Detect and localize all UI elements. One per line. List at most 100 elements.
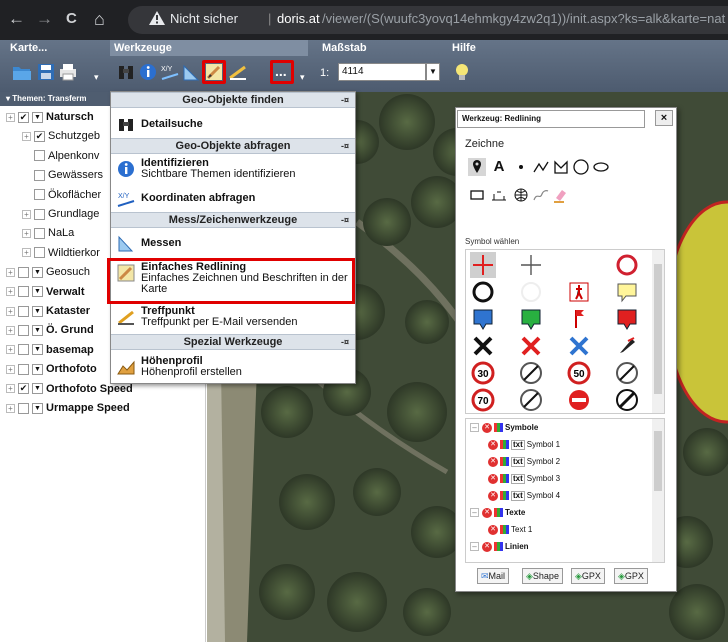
- export-gpx-button[interactable]: ◈GPX: [571, 568, 605, 584]
- delete-icon[interactable]: ✕: [488, 490, 498, 501]
- delete-icon[interactable]: ✕: [488, 524, 498, 535]
- eraser-tool[interactable]: [552, 186, 570, 204]
- symbol-black-circle[interactable]: [470, 279, 496, 305]
- tree-row[interactable]: + ▼ Geosuch: [6, 264, 90, 280]
- layer-checkbox[interactable]: [18, 324, 29, 336]
- symbol-end-30[interactable]: [518, 360, 544, 386]
- layer-checkbox[interactable]: [34, 247, 45, 259]
- symbol-blue-x[interactable]: [566, 333, 592, 359]
- delete-icon[interactable]: ✕: [488, 473, 498, 484]
- color-icon[interactable]: [494, 508, 503, 518]
- forward-icon[interactable]: →: [36, 9, 53, 29]
- group-karte[interactable]: Karte...: [10, 42, 47, 54]
- layer-checkbox[interactable]: [18, 266, 29, 278]
- color-icon[interactable]: [494, 542, 503, 552]
- list-scrollbar[interactable]: [652, 419, 664, 562]
- tree-row[interactable]: + Grundlage: [22, 206, 99, 222]
- symbol-end-50[interactable]: [614, 360, 640, 386]
- redlining-icon[interactable]: [204, 62, 224, 82]
- text-tool[interactable]: A: [490, 158, 508, 176]
- color-icon[interactable]: [500, 440, 509, 450]
- tree-row[interactable]: + ▼ Verwalt: [6, 284, 85, 300]
- tree-row[interactable]: + ▼ Ö. Grund: [6, 322, 94, 338]
- delete-icon[interactable]: ✕: [482, 541, 492, 552]
- symbol-red-flag[interactable]: [566, 306, 592, 332]
- expand-icon[interactable]: +: [6, 306, 15, 316]
- text-tag-icon[interactable]: txt: [511, 439, 525, 450]
- color-icon[interactable]: [500, 457, 509, 467]
- layer-menu-icon[interactable]: ▼: [32, 383, 43, 395]
- export-mail-button[interactable]: ✉Mail: [477, 568, 510, 584]
- layer-checkbox[interactable]: [34, 227, 45, 239]
- menu-item-identifizieren[interactable]: Identifizieren Sichtbare Themen identifiz…: [111, 158, 355, 184]
- list-item[interactable]: ✕ txt Symbol 3: [488, 473, 560, 485]
- menu-item-detailsuche[interactable]: Detailsuche: [111, 114, 355, 136]
- tree-row[interactable]: + ▼ Kataster: [6, 303, 90, 319]
- list-item[interactable]: ✕ Text 1: [488, 524, 532, 536]
- pin-icon[interactable]: -¤: [341, 213, 349, 227]
- tree-row[interactable]: + ✔ Schutzgeb: [22, 128, 100, 144]
- layer-menu-icon[interactable]: ▼: [32, 344, 43, 356]
- symbol-scroll-thumb[interactable]: [654, 264, 662, 394]
- list-item[interactable]: ✕ txt Symbol 2: [488, 456, 560, 468]
- layer-menu-icon[interactable]: ▼: [32, 402, 43, 414]
- delete-icon[interactable]: ✕: [488, 456, 498, 467]
- text-tag-icon[interactable]: txt: [511, 456, 525, 467]
- layer-menu-icon[interactable]: ▼: [32, 305, 43, 317]
- expand-icon[interactable]: +: [6, 403, 15, 413]
- expand-icon[interactable]: +: [6, 287, 15, 297]
- polygon-tool[interactable]: [552, 158, 570, 176]
- expand-icon[interactable]: +: [22, 209, 31, 219]
- list-item[interactable]: – ✕ Linien: [470, 541, 529, 553]
- info-icon[interactable]: [138, 62, 158, 82]
- import-gpx-button[interactable]: ◈GPX: [614, 568, 648, 584]
- layer-checkbox[interactable]: [18, 344, 29, 356]
- tree-row[interactable]: Gewässers: [34, 167, 103, 183]
- symbol-speed-50[interactable]: 50: [566, 360, 592, 386]
- point-tool[interactable]: [512, 158, 530, 176]
- symbol-pointer[interactable]: [614, 333, 640, 359]
- text-tag-icon[interactable]: txt: [511, 490, 525, 501]
- symbol-end-restriction[interactable]: [614, 387, 640, 413]
- binoculars-icon[interactable]: [116, 62, 136, 82]
- expand-icon[interactable]: +: [6, 267, 15, 277]
- expand-icon[interactable]: +: [6, 112, 15, 122]
- layer-checkbox[interactable]: ✔: [18, 383, 29, 395]
- symbol-red-cross[interactable]: [470, 252, 496, 278]
- expand-icon[interactable]: +: [6, 325, 15, 335]
- layer-checkbox[interactable]: ✔: [34, 130, 45, 142]
- export-shape-button[interactable]: ◈Shape: [522, 568, 563, 584]
- symbol-speed-30[interactable]: 30: [470, 360, 496, 386]
- color-icon[interactable]: [500, 525, 509, 535]
- layer-menu-icon[interactable]: ▼: [32, 111, 43, 123]
- list-item[interactable]: ✕ txt Symbol 4: [488, 490, 560, 502]
- text-tag-icon[interactable]: txt: [511, 473, 525, 484]
- layer-checkbox[interactable]: [34, 208, 45, 220]
- symbol-gray-cross[interactable]: [518, 252, 544, 278]
- expand-icon[interactable]: +: [6, 345, 15, 355]
- line-tool[interactable]: [532, 158, 550, 176]
- layer-checkbox[interactable]: [18, 305, 29, 317]
- close-icon[interactable]: ×: [655, 110, 673, 126]
- symbol-green-marker[interactable]: [518, 306, 544, 332]
- layer-checkbox[interactable]: [18, 363, 29, 375]
- scale-dropdown[interactable]: ▼: [426, 63, 440, 81]
- circle-tool[interactable]: [572, 158, 590, 176]
- collapse-icon[interactable]: –: [470, 423, 479, 433]
- menu-item-hoehenprofil[interactable]: Höhenprofil Höhenprofil erstellen: [111, 356, 355, 382]
- help-bulb-icon[interactable]: [452, 62, 472, 82]
- tree-row[interactable]: + ▼ Orthofoto: [6, 361, 97, 377]
- dimension-tool[interactable]: [490, 186, 508, 204]
- layer-menu-icon[interactable]: ▼: [32, 286, 43, 298]
- layer-checkbox[interactable]: [18, 402, 29, 414]
- symbol-red-marker[interactable]: [614, 306, 640, 332]
- more-tools-button[interactable]: ...: [275, 63, 287, 79]
- list-item[interactable]: – ✕ Texte: [470, 507, 525, 519]
- freehand-tool[interactable]: [532, 186, 550, 204]
- reload-icon[interactable]: C: [66, 9, 77, 29]
- pin-icon[interactable]: -¤: [341, 335, 349, 349]
- collapse-icon[interactable]: –: [470, 508, 479, 518]
- layer-checkbox[interactable]: [18, 286, 29, 298]
- chevron-down-icon[interactable]: ▾: [94, 72, 99, 83]
- expand-icon[interactable]: +: [22, 228, 31, 238]
